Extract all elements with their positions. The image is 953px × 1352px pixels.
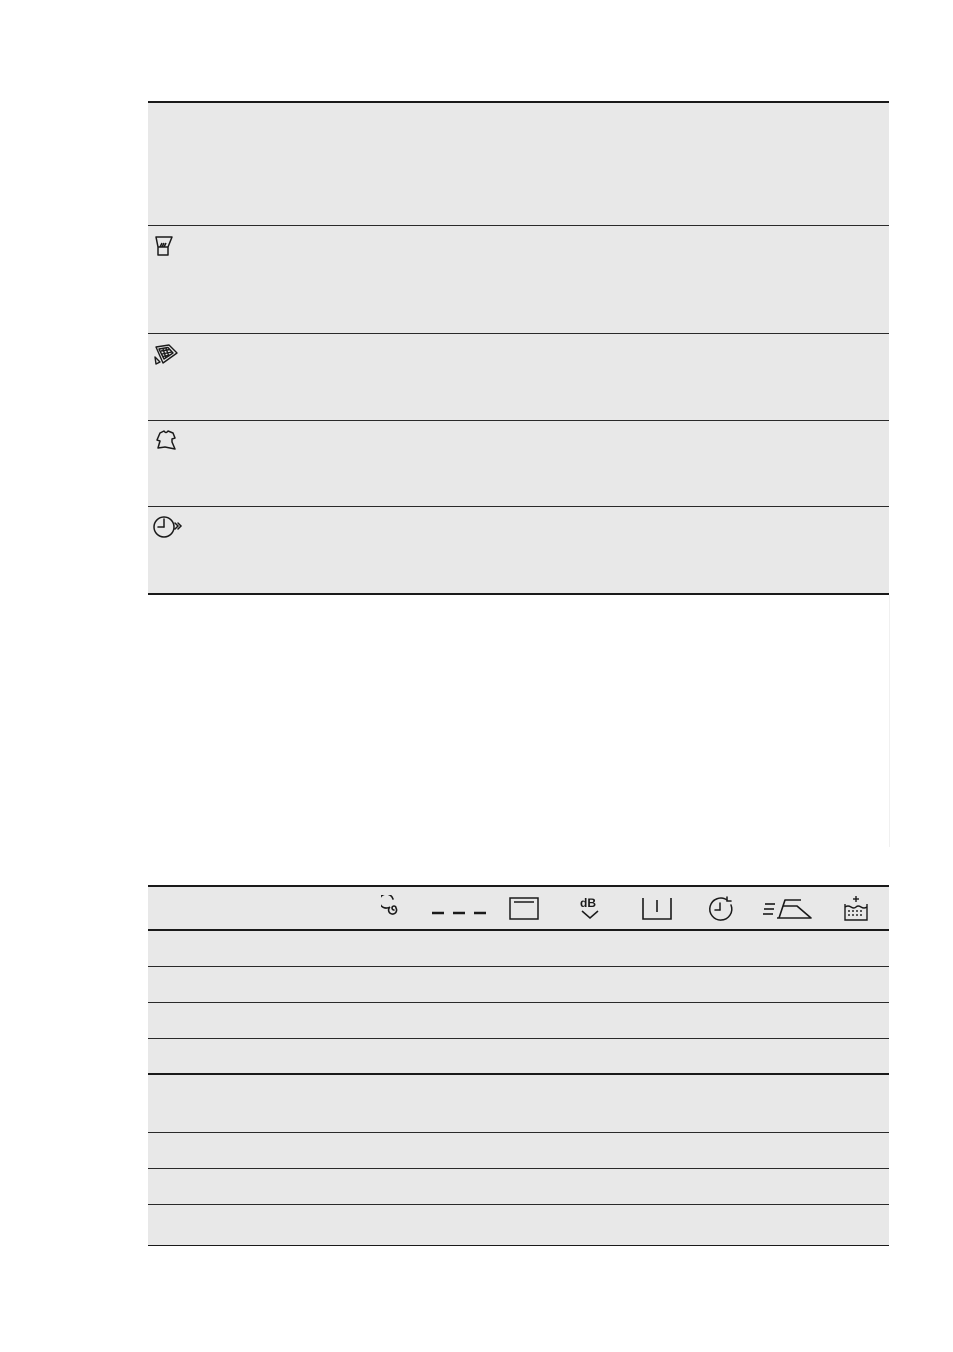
prewash-tub-icon [641,895,673,923]
options-row [148,103,889,226]
blank-area [148,595,890,847]
options-table [148,101,889,595]
prewash-icon [153,233,179,259]
options-row-extra-rinse [148,421,889,507]
table-row [148,1133,889,1169]
table-row [148,1003,889,1039]
table-row [148,931,889,967]
extra-rinse-icon [153,428,179,454]
programme-table: dB [148,885,889,1246]
options-row-delay-start [148,507,889,593]
easy-iron-icon [763,895,815,923]
night-cycle-icon: dB [576,895,606,923]
extra-rinse-tub-icon [842,895,870,923]
time-save-icon [707,895,737,923]
rinse-hold-icon [508,895,540,923]
stain-icon [153,341,179,367]
options-row-prewash [148,226,889,334]
table-row [148,1075,889,1133]
options-row-stain [148,334,889,421]
programme-table-header: dB [148,887,889,931]
table-row [148,967,889,1003]
delay-start-icon [153,514,183,540]
no-spin-icon [430,895,490,923]
table-row [148,1169,889,1205]
table-row [148,1039,889,1075]
spin-icon [381,895,407,923]
svg-text:dB: dB [580,896,596,910]
table-row [148,1205,889,1245]
